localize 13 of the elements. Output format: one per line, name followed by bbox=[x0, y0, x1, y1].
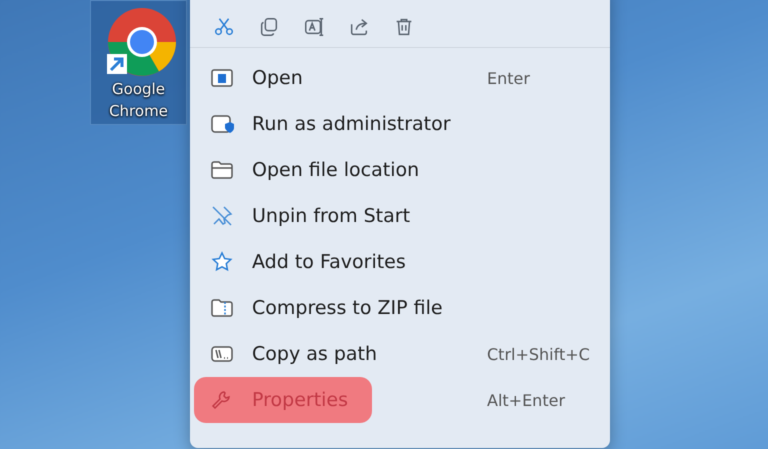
desktop-shortcut[interactable]: Google Chrome bbox=[90, 0, 187, 125]
star-icon bbox=[210, 250, 234, 274]
icon-label: Google Chrome bbox=[108, 79, 169, 122]
shortcut-text: Enter bbox=[487, 68, 530, 88]
menu-item[interactable]: Run as administrator bbox=[194, 101, 606, 147]
app-icon bbox=[108, 8, 176, 76]
unpin-icon bbox=[210, 204, 234, 228]
shortcut-text: Ctrl+Shift+C bbox=[487, 344, 590, 364]
shortcut-text: Alt+Enter bbox=[487, 390, 566, 410]
menu-item[interactable]: Open file location bbox=[194, 147, 606, 193]
menu-item[interactable]: Compress to ZIP file bbox=[194, 285, 606, 331]
menu-item[interactable]: Add to Favorites bbox=[194, 239, 606, 285]
menu-item[interactable]: Unpin from Start bbox=[194, 193, 606, 239]
